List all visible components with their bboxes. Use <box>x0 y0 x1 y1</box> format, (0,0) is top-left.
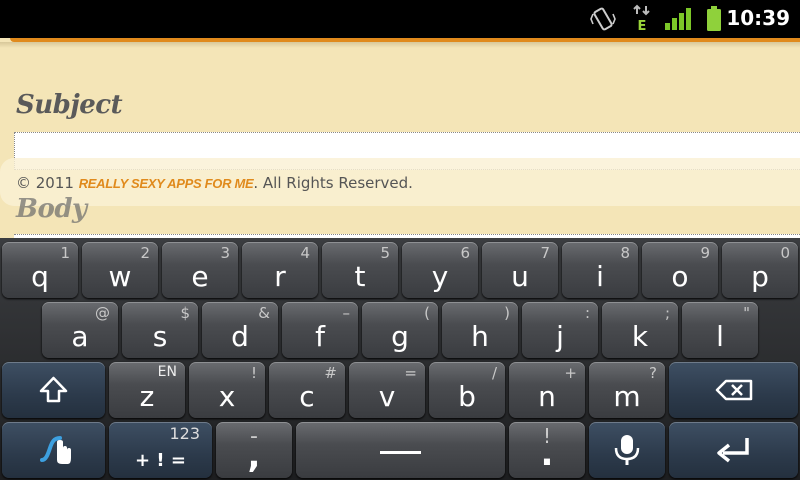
key-label: s <box>152 320 168 353</box>
key-label: b <box>458 380 476 413</box>
shift-arrow-icon <box>2 374 105 406</box>
key-b[interactable]: / b <box>429 362 505 418</box>
subject-label: Subject <box>16 90 123 120</box>
key-g[interactable]: (g <box>362 302 438 358</box>
copyright-footer: © 2011 REALLY SEXY APPS FOR ME. All Righ… <box>16 174 413 192</box>
key-hint: EN <box>157 364 177 380</box>
symbols-key[interactable]: 123 + ! = <box>109 422 212 478</box>
key-m[interactable]: ? m <box>589 362 665 418</box>
comma-key-bottom: , <box>247 436 261 476</box>
key-y[interactable]: 6y <box>402 242 478 298</box>
period-key-bottom: . <box>540 434 554 474</box>
period-key[interactable]: ! . <box>509 422 585 478</box>
key-s[interactable]: $ s <box>122 302 198 358</box>
key-c[interactable]: # c <box>269 362 345 418</box>
key-label: r <box>274 260 286 293</box>
key-a[interactable]: @ a <box>42 302 118 358</box>
compose-form: Subject Body © 2011 REALLY SEXY APPS FOR… <box>0 38 800 238</box>
key-v[interactable]: = v <box>349 362 425 418</box>
soft-keyboard: 1q 2w 3e 4r 5t 6y 7u 8i 9o 0p @ a $ s & d –… <box>0 238 800 480</box>
key-d[interactable]: & d <box>202 302 278 358</box>
key-label: f <box>315 320 325 353</box>
battery-icon <box>706 6 722 32</box>
microphone-icon <box>589 432 665 468</box>
key-h[interactable]: ) h <box>442 302 518 358</box>
footer-brand-link[interactable]: REALLY SEXY APPS FOR ME <box>79 176 254 191</box>
signal-icon <box>664 8 692 30</box>
voice-input-key[interactable] <box>589 422 665 478</box>
key-j[interactable]: :j <box>522 302 598 358</box>
key-r[interactable]: 4r <box>242 242 318 298</box>
data-transfer-icon: E <box>632 4 652 32</box>
key-label: t <box>354 260 366 293</box>
key-k[interactable]: ; k <box>602 302 678 358</box>
key-label: y <box>431 260 449 293</box>
key-f[interactable]: – f <box>282 302 358 358</box>
key-label: o <box>671 260 689 293</box>
backspace-icon <box>669 374 798 406</box>
enter-return-icon <box>669 432 798 468</box>
clock: 10:39 <box>726 6 790 30</box>
space-bar-icon <box>296 442 505 462</box>
key-label: h <box>471 320 489 353</box>
key-q[interactable]: 1q <box>2 242 78 298</box>
key-label: w <box>108 260 132 293</box>
key-n[interactable]: + n <box>509 362 585 418</box>
swype-logo-icon <box>2 432 105 468</box>
key-x[interactable]: ! x <box>189 362 265 418</box>
key-label: q <box>31 260 49 293</box>
key-w[interactable]: 2w <box>82 242 158 298</box>
key-o[interactable]: 9o <box>642 242 718 298</box>
key-z[interactable]: EN z <box>109 362 185 418</box>
key-label: k <box>631 320 649 353</box>
shift-key[interactable] <box>2 362 105 418</box>
key-t[interactable]: 5t <box>322 242 398 298</box>
key-label: z <box>139 380 155 413</box>
key-i[interactable]: 8i <box>562 242 638 298</box>
key-label: n <box>538 380 556 413</box>
key-label: i <box>596 260 604 293</box>
key-e[interactable]: 3e <box>162 242 238 298</box>
footer-prefix: © 2011 <box>16 174 79 192</box>
key-label: u <box>511 260 529 293</box>
key-label: x <box>218 380 236 413</box>
key-label: c <box>299 380 315 413</box>
comma-key[interactable]: - , <box>216 422 292 478</box>
key-label: e <box>191 260 209 293</box>
symbols-key-bottom: + ! = <box>135 450 186 471</box>
key-label: g <box>391 320 409 353</box>
key-label: l <box>716 320 724 353</box>
key-label: m <box>613 380 641 413</box>
backspace-key[interactable] <box>669 362 798 418</box>
key-label: j <box>556 320 564 353</box>
key-l[interactable]: " l <box>682 302 758 358</box>
key-label: v <box>378 380 396 413</box>
swype-key[interactable] <box>2 422 105 478</box>
symbols-key-top: 123 <box>169 424 200 443</box>
svg-text:E: E <box>638 19 647 32</box>
vibrate-icon <box>590 6 616 32</box>
key-label: p <box>751 260 769 293</box>
status-bar: E 10:39 <box>0 0 800 38</box>
body-label: Body <box>16 194 87 224</box>
enter-key[interactable] <box>669 422 798 478</box>
key-u[interactable]: 7u <box>482 242 558 298</box>
space-key[interactable] <box>296 422 505 478</box>
key-label: a <box>71 320 89 353</box>
key-p[interactable]: 0p <box>722 242 798 298</box>
footer-suffix: . All Rights Reserved. <box>253 174 413 192</box>
key-label: d <box>231 320 249 353</box>
